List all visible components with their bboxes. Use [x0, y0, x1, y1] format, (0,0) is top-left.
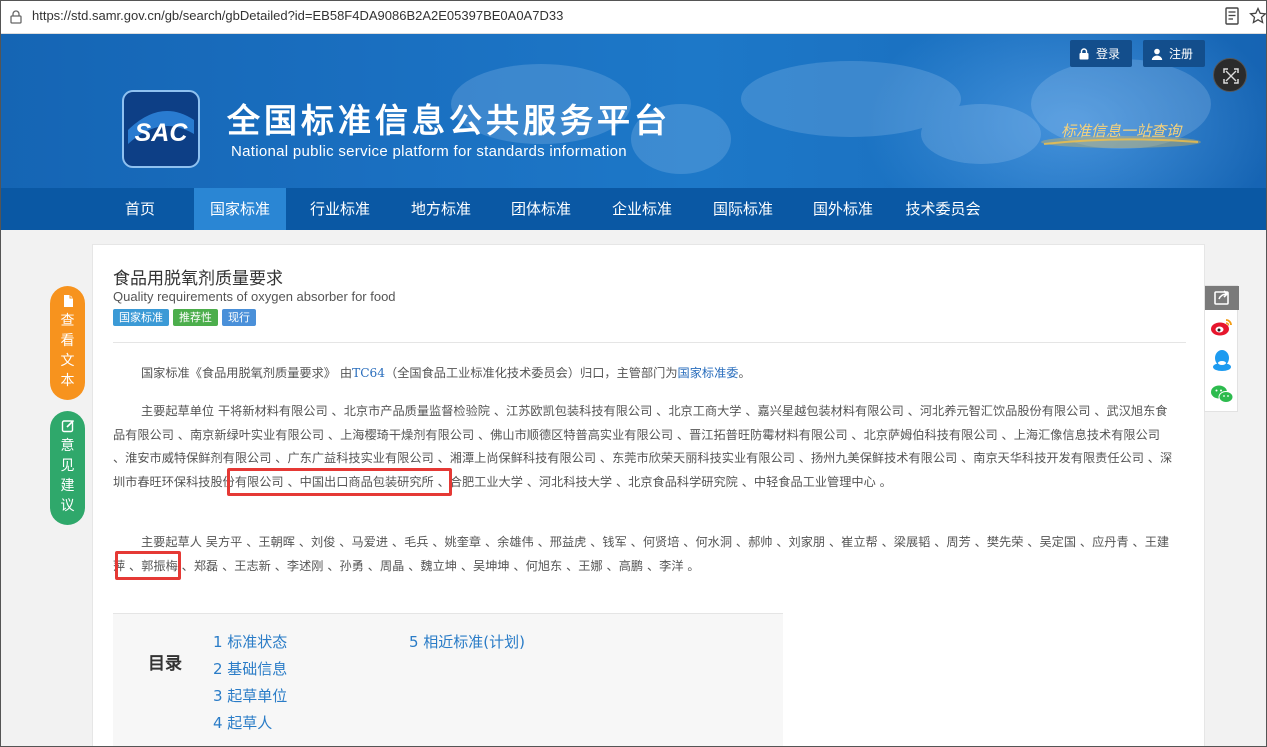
dept-link[interactable]: 国家标准委 [678, 366, 739, 380]
reader-mode-icon[interactable] [1225, 7, 1239, 25]
toc-item-drafting-units[interactable]: 3 起草单位 [213, 685, 287, 706]
highlight-box-drafter [115, 551, 181, 580]
edit-icon [61, 419, 74, 433]
feedback-char: 见 [60, 458, 75, 474]
expand-icon [1223, 68, 1239, 84]
toc-item-drafters[interactable]: 4 起草人 [213, 712, 272, 733]
tc64-link[interactable]: TC64 [352, 366, 385, 380]
lock-icon [10, 10, 22, 24]
toc-item-basic-info[interactable]: 2 基础信息 [213, 658, 287, 679]
toc-title: 目录 [148, 654, 182, 674]
view-text-char: 文 [60, 353, 75, 369]
address-bar[interactable]: https://std.samr.gov.cn/gb/search/gbDeta… [1, 1, 1267, 34]
tag-national: 国家标准 [113, 309, 169, 326]
sac-logo: SAC [122, 90, 200, 168]
login-button[interactable]: 登录 [1070, 40, 1132, 67]
table-of-contents: 目录 1 标准状态 2 基础信息 3 起草单位 4 起草人 5 相近标准(计划) [113, 614, 783, 746]
nav-international-standard[interactable]: 国际标准 [697, 188, 789, 230]
intro-text-2: （全国食品工业标准化技术委员会）归口，主管部门为 [385, 366, 678, 380]
divider [113, 342, 1186, 343]
toc-item-status[interactable]: 1 标准状态 [213, 631, 287, 652]
intro-paragraph: 国家标准《食品用脱氧剂质量要求》 由TC64（全国食品工业标准化技术委员会）归口… [113, 362, 1173, 386]
register-button[interactable]: 注册 [1143, 40, 1205, 67]
highlight-box-unit [227, 468, 452, 496]
standard-tags: 国家标准 推荐性 现行 [113, 309, 256, 326]
browser-window: https://std.samr.gov.cn/gb/search/gbDeta… [0, 0, 1267, 747]
intro-text-1: 国家标准《食品用脱氧剂质量要求》 由 [141, 366, 353, 380]
register-label: 注册 [1169, 47, 1194, 61]
feedback-char: 议 [60, 498, 75, 514]
login-label: 登录 [1096, 47, 1121, 61]
logo-text: SAC [135, 119, 189, 147]
share-toggle[interactable] [1205, 286, 1239, 310]
user-icon [1151, 48, 1163, 60]
main-nav: 首页 国家标准 行业标准 地方标准 团体标准 企业标准 国际标准 国外标准 技术… [1, 188, 1266, 230]
wechat-icon[interactable] [1209, 381, 1235, 407]
nav-foreign-standard[interactable]: 国外标准 [797, 188, 889, 230]
tag-current: 现行 [222, 309, 256, 326]
nav-home[interactable]: 首页 [109, 188, 171, 230]
qq-icon[interactable] [1209, 347, 1235, 373]
view-text-char: 本 [60, 373, 75, 389]
standard-detail-card: 食品用脱氧剂质量要求 Quality requirements of oxyge… [92, 244, 1205, 746]
view-text-char: 查 [60, 313, 75, 329]
site-title: 全国标准信息公共服务平台 [227, 101, 671, 140]
url-text[interactable]: https://std.samr.gov.cn/gb/search/gbDeta… [32, 8, 563, 23]
bookmark-star-icon[interactable] [1249, 7, 1267, 25]
feedback-char: 意 [60, 438, 75, 454]
weibo-icon[interactable] [1209, 314, 1235, 340]
share-bar [1204, 285, 1239, 412]
nav-technical-committee[interactable]: 技术委员会 [897, 188, 989, 230]
standard-title: 食品用脱氧剂质量要求 [113, 269, 283, 289]
nav-local-standard[interactable]: 地方标准 [395, 188, 487, 230]
nav-enterprise-standard[interactable]: 企业标准 [596, 188, 688, 230]
nav-national-standard[interactable]: 国家标准 [194, 188, 286, 230]
fullscreen-toggle[interactable] [1213, 58, 1247, 92]
nav-industry-standard[interactable]: 行业标准 [294, 188, 386, 230]
feedback-button[interactable]: 意 见 建 议 [50, 411, 85, 525]
slogan-calligraphy: 标准信息一站查询 [1041, 122, 1201, 148]
nav-group-standard[interactable]: 团体标准 [495, 188, 587, 230]
standard-title-en: Quality requirements of oxygen absorber … [113, 289, 396, 304]
view-text-char: 看 [60, 333, 75, 349]
site-banner: 登录 注册 SAC 全国标准信息公共服务平台 National public s… [1, 34, 1266, 188]
intro-text-3: 。 [738, 366, 751, 380]
toc-item-similar-standards[interactable]: 5 相近标准(计划) [409, 631, 525, 652]
tag-recommended: 推荐性 [173, 309, 218, 326]
share-icon [1214, 290, 1229, 305]
slogan-text: 标准信息一站查询 [1061, 122, 1183, 140]
document-icon [63, 295, 73, 307]
feedback-char: 建 [60, 478, 75, 494]
lock-icon [1079, 47, 1089, 59]
site-subtitle: National public service platform for sta… [231, 143, 627, 160]
view-text-button[interactable]: 查 看 文 本 [50, 286, 85, 400]
drafters-paragraph: 主要起草人 吴方平 、王朝晖 、刘俊 、马爱进 、毛兵 、姚奎章 、余雄伟 、邢… [113, 535, 1170, 573]
